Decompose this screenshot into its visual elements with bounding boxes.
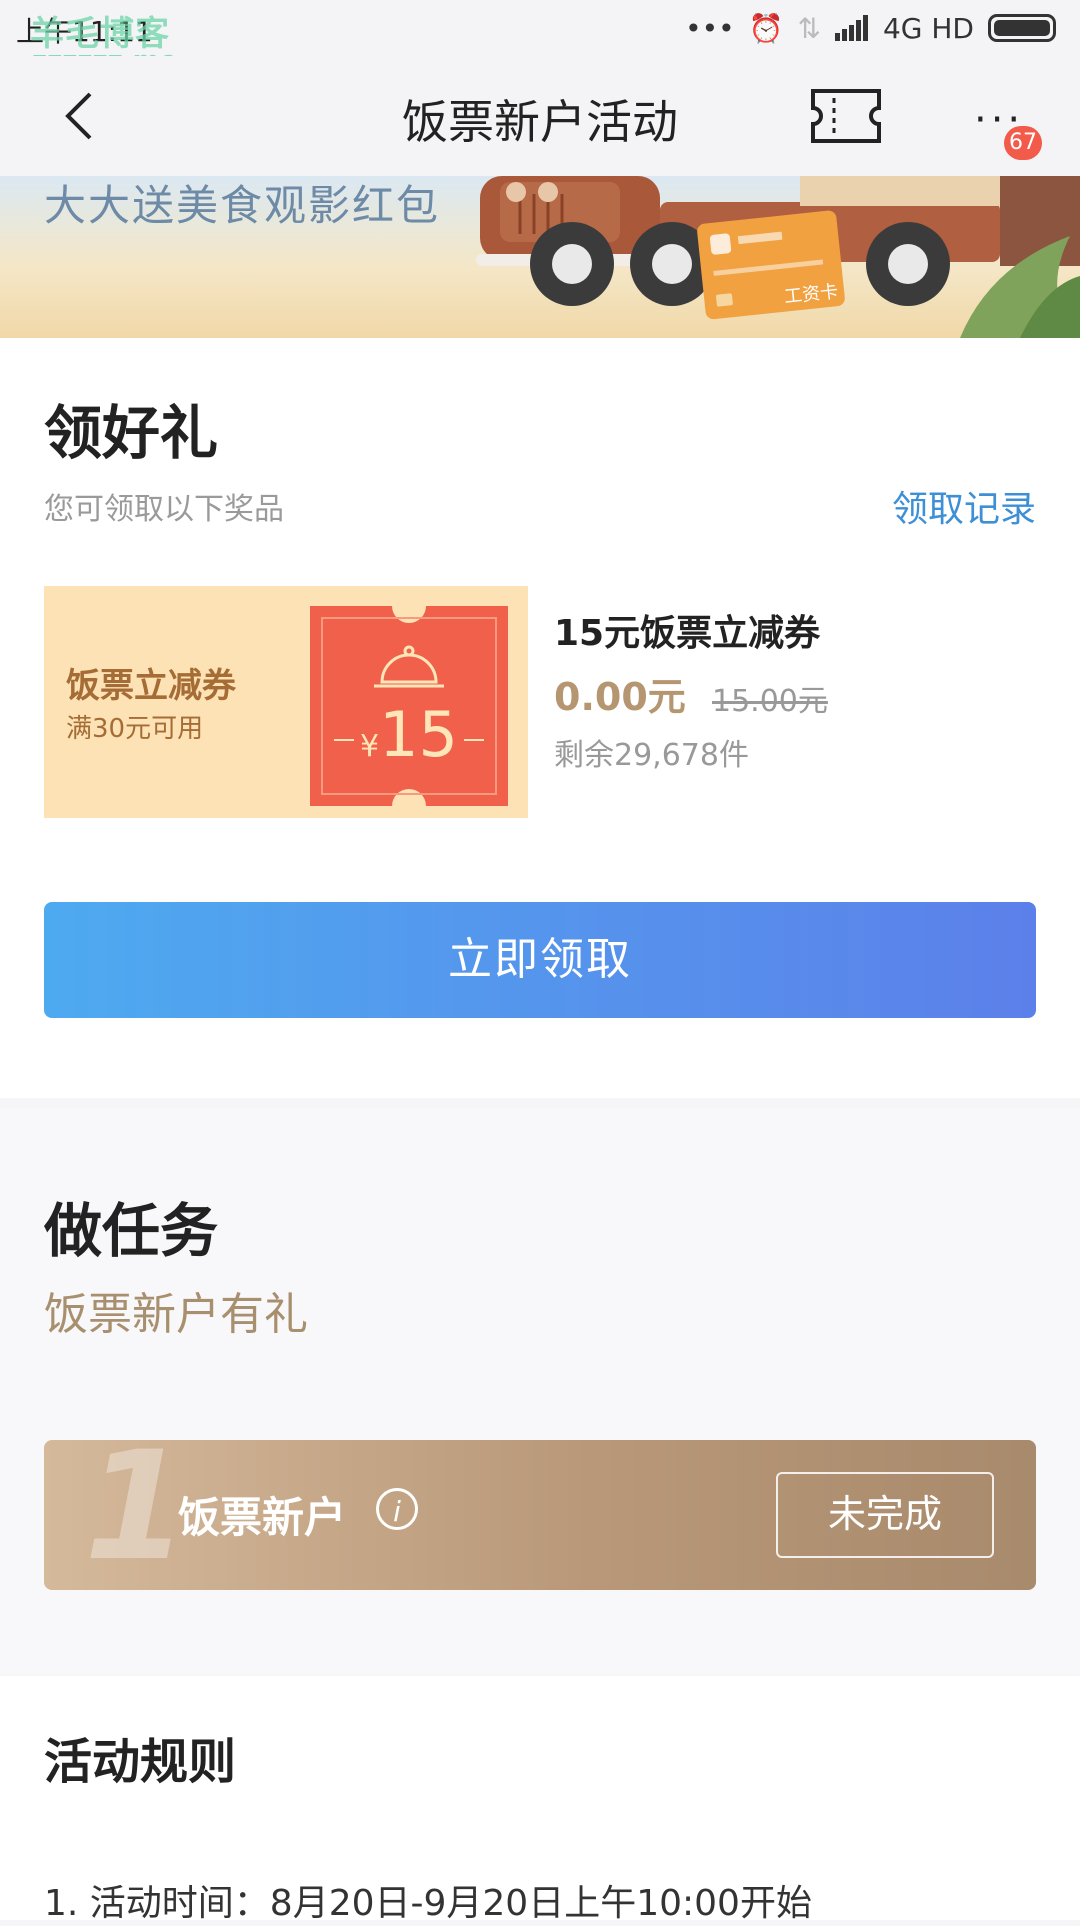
status-bar: 上午11:11 羊毛博客 zzzzzz.me ••• ⏰ ⇅ 4G HD: [0, 0, 1080, 76]
task-status-button[interactable]: 未完成: [776, 1472, 994, 1558]
nav-bar: 饭票新户活动 ··· 67: [0, 56, 1080, 176]
prize-price: 0.00元: [554, 675, 686, 719]
alarm-icon: ⏰: [748, 11, 784, 45]
page-title: 饭票新户活动: [402, 95, 678, 149]
prize-title: 15元饭票立减券: [554, 613, 821, 654]
rule-item: 1. 活动时间：8月20日-9月20日上午10:00开始: [44, 1883, 812, 1924]
task-section-title: 做任务: [44, 1197, 219, 1265]
task-section: 做任务 饭票新户有礼 1 饭票新户 i 未完成: [0, 1108, 1080, 1674]
back-chevron-icon: [65, 92, 92, 140]
status-indicators: ••• ⏰ ⇅ 4G HD: [685, 10, 1056, 46]
task-name: 饭票新户: [178, 1493, 347, 1542]
task-item[interactable]: 1 饭票新户 i 未完成: [44, 1440, 1036, 1590]
currency-symbol: ¥: [360, 729, 380, 764]
notification-badge: 67: [1004, 126, 1042, 160]
dots-icon: •••: [685, 11, 735, 45]
prize-original-price: 15.00元: [712, 684, 828, 719]
rules-section: 活动规则 1. 活动时间：8月20日-9月20日上午10:00开始: [0, 1676, 1080, 1924]
claim-records-link[interactable]: 领取记录: [892, 480, 1036, 532]
coupon-name: 饭票立减券: [66, 666, 236, 706]
signal-icon: [834, 15, 868, 41]
gift-section: 领好礼 您可领取以下奖品 领取记录 饭票立减券 满30元可用 ¥15 15元饭票…: [0, 338, 1080, 1098]
prize-stock: 剩余29,678件: [554, 738, 749, 773]
task-number: 1: [84, 1440, 189, 1590]
truck-illustration: [476, 176, 1080, 338]
coupon-amount: ¥15: [310, 698, 508, 771]
network-label: 4G HD: [882, 11, 974, 45]
gift-section-subtitle: 您可领取以下奖品: [44, 492, 284, 527]
coupon-card[interactable]: 饭票立减券 满30元可用 ¥15: [44, 586, 528, 818]
rules-section-title: 活动规则: [44, 1734, 237, 1790]
ticket-button[interactable]: [810, 88, 882, 144]
promo-banner[interactable]: 大大送美食观影红包 工资卡: [0, 176, 1080, 338]
data-transfer-icon: ⇅: [797, 11, 821, 45]
gift-section-title: 领好礼: [44, 399, 219, 467]
back-button[interactable]: [56, 86, 106, 146]
claim-now-button[interactable]: 立即领取: [44, 902, 1036, 1018]
coupon-condition: 满30元可用: [66, 714, 204, 744]
coupon-value: 15: [379, 698, 458, 771]
ticket-icon: [811, 89, 881, 143]
battery-icon: [988, 14, 1056, 42]
info-icon[interactable]: i: [376, 1488, 418, 1530]
task-section-subtitle: 饭票新户有礼: [44, 1289, 308, 1340]
